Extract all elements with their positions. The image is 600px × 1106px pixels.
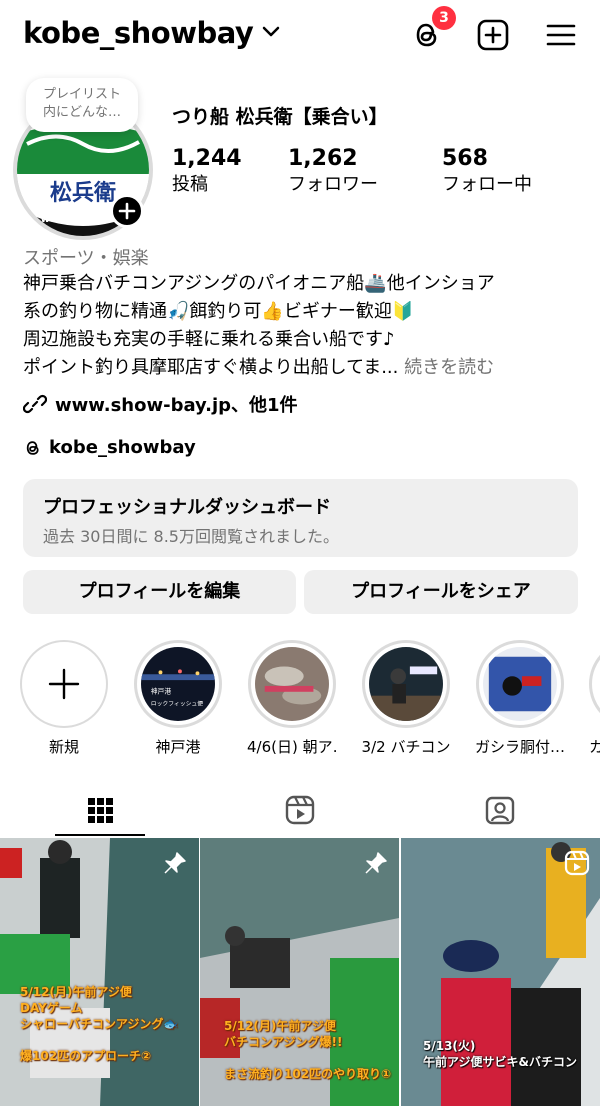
active-tab-indicator [55, 834, 145, 836]
bio-line: 系の釣り物に精通🎣餌釣り可👍ビギナー歓迎🔰 [23, 301, 415, 322]
svg-text:ロックフィッシュ便: ロックフィッシュ便 [151, 699, 204, 707]
top-bar: kobe_showbay 3 [0, 0, 600, 72]
tab-reels[interactable] [200, 784, 400, 836]
bio-line: 神戸乗合バチコンアジングのパイオニア船🚢他インショア [23, 273, 495, 294]
highlight-new[interactable]: 新規 [19, 640, 109, 757]
stat-label: フォロワー [288, 174, 378, 195]
post-caption: 5/12(月)午前アジ便 DAYゲーム シャローバチコンアジング🐟 爆102匹の… [20, 985, 179, 1063]
svg-text:松兵衛: 松兵衛 [50, 180, 116, 206]
grid-icon [88, 798, 113, 823]
category-label: スポーツ・娯楽 [23, 248, 149, 269]
link-icon [23, 394, 47, 414]
notification-badge: 3 [432, 6, 456, 30]
dashboard-title: プロフェッショナルダッシュボード [43, 497, 331, 518]
highlight-label: 新規 [48, 738, 79, 756]
bio-line-last: ポイント釣り具摩耶店すぐ横より出船してま... 続きを読む [23, 354, 583, 382]
highlight-label: 神戸港 [155, 738, 201, 756]
post-image [0, 838, 199, 1106]
stat-posts[interactable]: 1,244 投稿 [172, 146, 242, 198]
highlight-ring: 神戸港 ロックフィッシュ便 [134, 640, 222, 728]
dashboard-subtitle: 過去 30日間に 8.5万回閲覧されました。 [43, 527, 339, 546]
svg-text:ww.show-ba: ww.show-ba [41, 214, 110, 225]
stat-value: 1,244 [172, 146, 242, 171]
tab-posts-grid[interactable] [0, 784, 200, 836]
highlight-ring [248, 640, 336, 728]
threads-icon [26, 440, 39, 455]
create-post-icon[interactable] [476, 18, 510, 52]
reels-icon [285, 795, 315, 825]
username[interactable]: kobe_showbay [23, 16, 254, 50]
bio-line: 周辺施設も充実の手軽に乗れる乗合い船です♪ [23, 329, 395, 350]
pin-icon [164, 852, 186, 874]
stat-label: フォロー中 [442, 174, 532, 195]
bio: 神戸乗合バチコンアジングのパイオニア船🚢他インショア 系の釣り物に精通🎣餌釣り可… [23, 270, 583, 382]
highlight-thumbnail [483, 647, 557, 721]
stat-followers[interactable]: 1,262 フォロワー [288, 146, 378, 198]
highlight-item[interactable]: 神戸港 ロックフィッシュ便 神戸港 [133, 640, 223, 757]
stat-value: 568 [442, 146, 488, 171]
post-thumbnail[interactable]: 5/13(火) 午前アジ便サビキ&バチコン [401, 838, 600, 1106]
post-caption: 5/12(月)午前アジ便 バチコンアジング爆!! まさ流釣り102匹のやり取り① [224, 1019, 392, 1081]
post-thumbnail[interactable]: 5/12(月)午前アジ便 DAYゲーム シャローバチコンアジング🐟 爆102匹の… [0, 838, 199, 1106]
tagged-person-icon [485, 796, 515, 825]
highlight-ring [362, 640, 450, 728]
stat-value: 1,262 [288, 146, 358, 171]
add-story-button[interactable] [110, 194, 144, 228]
highlight-label: ガシラ胴付… [475, 738, 565, 756]
read-more-link[interactable]: 続きを読む [404, 357, 494, 378]
highlight-label: 4/6(日) 朝ア… [247, 738, 337, 756]
stat-following[interactable]: 568 フォロー中 [442, 146, 532, 198]
external-link[interactable]: www.show-bay.jp、他1件 [23, 391, 298, 417]
link-text: www.show-bay.jp、他1件 [55, 395, 298, 416]
stat-label: 投稿 [172, 174, 208, 195]
bio-line: ポイント釣り具摩耶店すぐ横より出船してま... [23, 357, 399, 378]
highlight-item[interactable]: カ [589, 640, 600, 757]
threads-profile-link[interactable]: kobe_showbay [23, 437, 196, 458]
highlight-thumbnail: 神戸港 ロックフィッシュ便 [141, 647, 215, 721]
threads-handle: kobe_showbay [49, 437, 196, 458]
highlight-label: 3/2 バチコン [361, 738, 451, 756]
chevron-down-icon[interactable] [262, 26, 280, 38]
highlight-thumbnail [255, 647, 329, 721]
note-text: プレイリスト 内にどんな… [42, 87, 121, 120]
menu-icon[interactable] [544, 18, 578, 52]
post-thumbnail[interactable]: 5/12(月)午前アジ便 バチコンアジング爆!! まさ流釣り102匹のやり取り① [200, 838, 399, 1106]
highlight-ring [476, 640, 564, 728]
highlight-item[interactable]: 3/2 バチコン [361, 640, 451, 757]
highlight-ring [20, 640, 108, 728]
highlight-label: カ [589, 738, 600, 756]
edit-profile-button[interactable]: プロフィールを編集 [23, 570, 296, 614]
plus-icon [118, 202, 136, 220]
pin-icon [365, 852, 387, 874]
reel-icon [564, 850, 590, 876]
professional-dashboard[interactable]: プロフェッショナルダッシュボード 過去 30日間に 8.5万回閲覧されました。 [23, 479, 578, 557]
tab-tagged[interactable] [400, 784, 600, 836]
note-bubble[interactable]: プレイリスト 内にどんな… [26, 78, 138, 132]
display-name: つり船 松兵衛【乗合い】 [172, 106, 388, 128]
share-profile-button[interactable]: プロフィールをシェア [304, 570, 578, 614]
plus-icon [48, 668, 80, 700]
svg-text:神戸港: 神戸港 [151, 687, 172, 696]
highlight-item[interactable]: 4/6(日) 朝ア… [247, 640, 337, 757]
highlight-thumbnail [369, 647, 443, 721]
post-caption: 5/13(火) 午前アジ便サビキ&バチコン [423, 1039, 577, 1069]
highlight-item[interactable]: ガシラ胴付… [475, 640, 565, 757]
highlight-ring [589, 640, 600, 728]
